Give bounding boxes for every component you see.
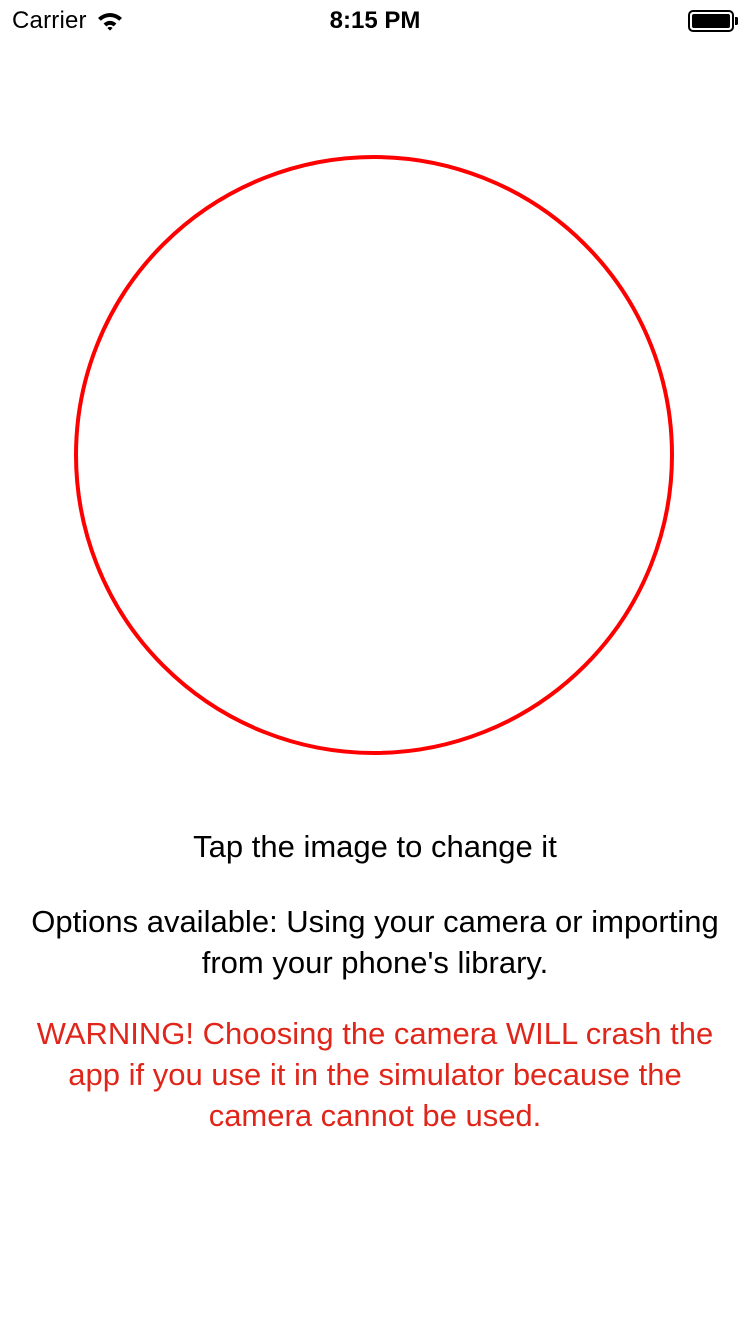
status-bar: Carrier 8:15 PM <box>0 0 750 40</box>
tap-instruction-label: Tap the image to change it <box>193 829 557 864</box>
options-label: Options available: Using your camera or … <box>31 904 719 980</box>
battery-icon <box>688 10 738 32</box>
warning-label: WARNING! Choosing the camera WILL crash … <box>36 1016 714 1133</box>
status-time: 8:15 PM <box>329 7 421 34</box>
profile-image-button[interactable] <box>74 155 674 755</box>
